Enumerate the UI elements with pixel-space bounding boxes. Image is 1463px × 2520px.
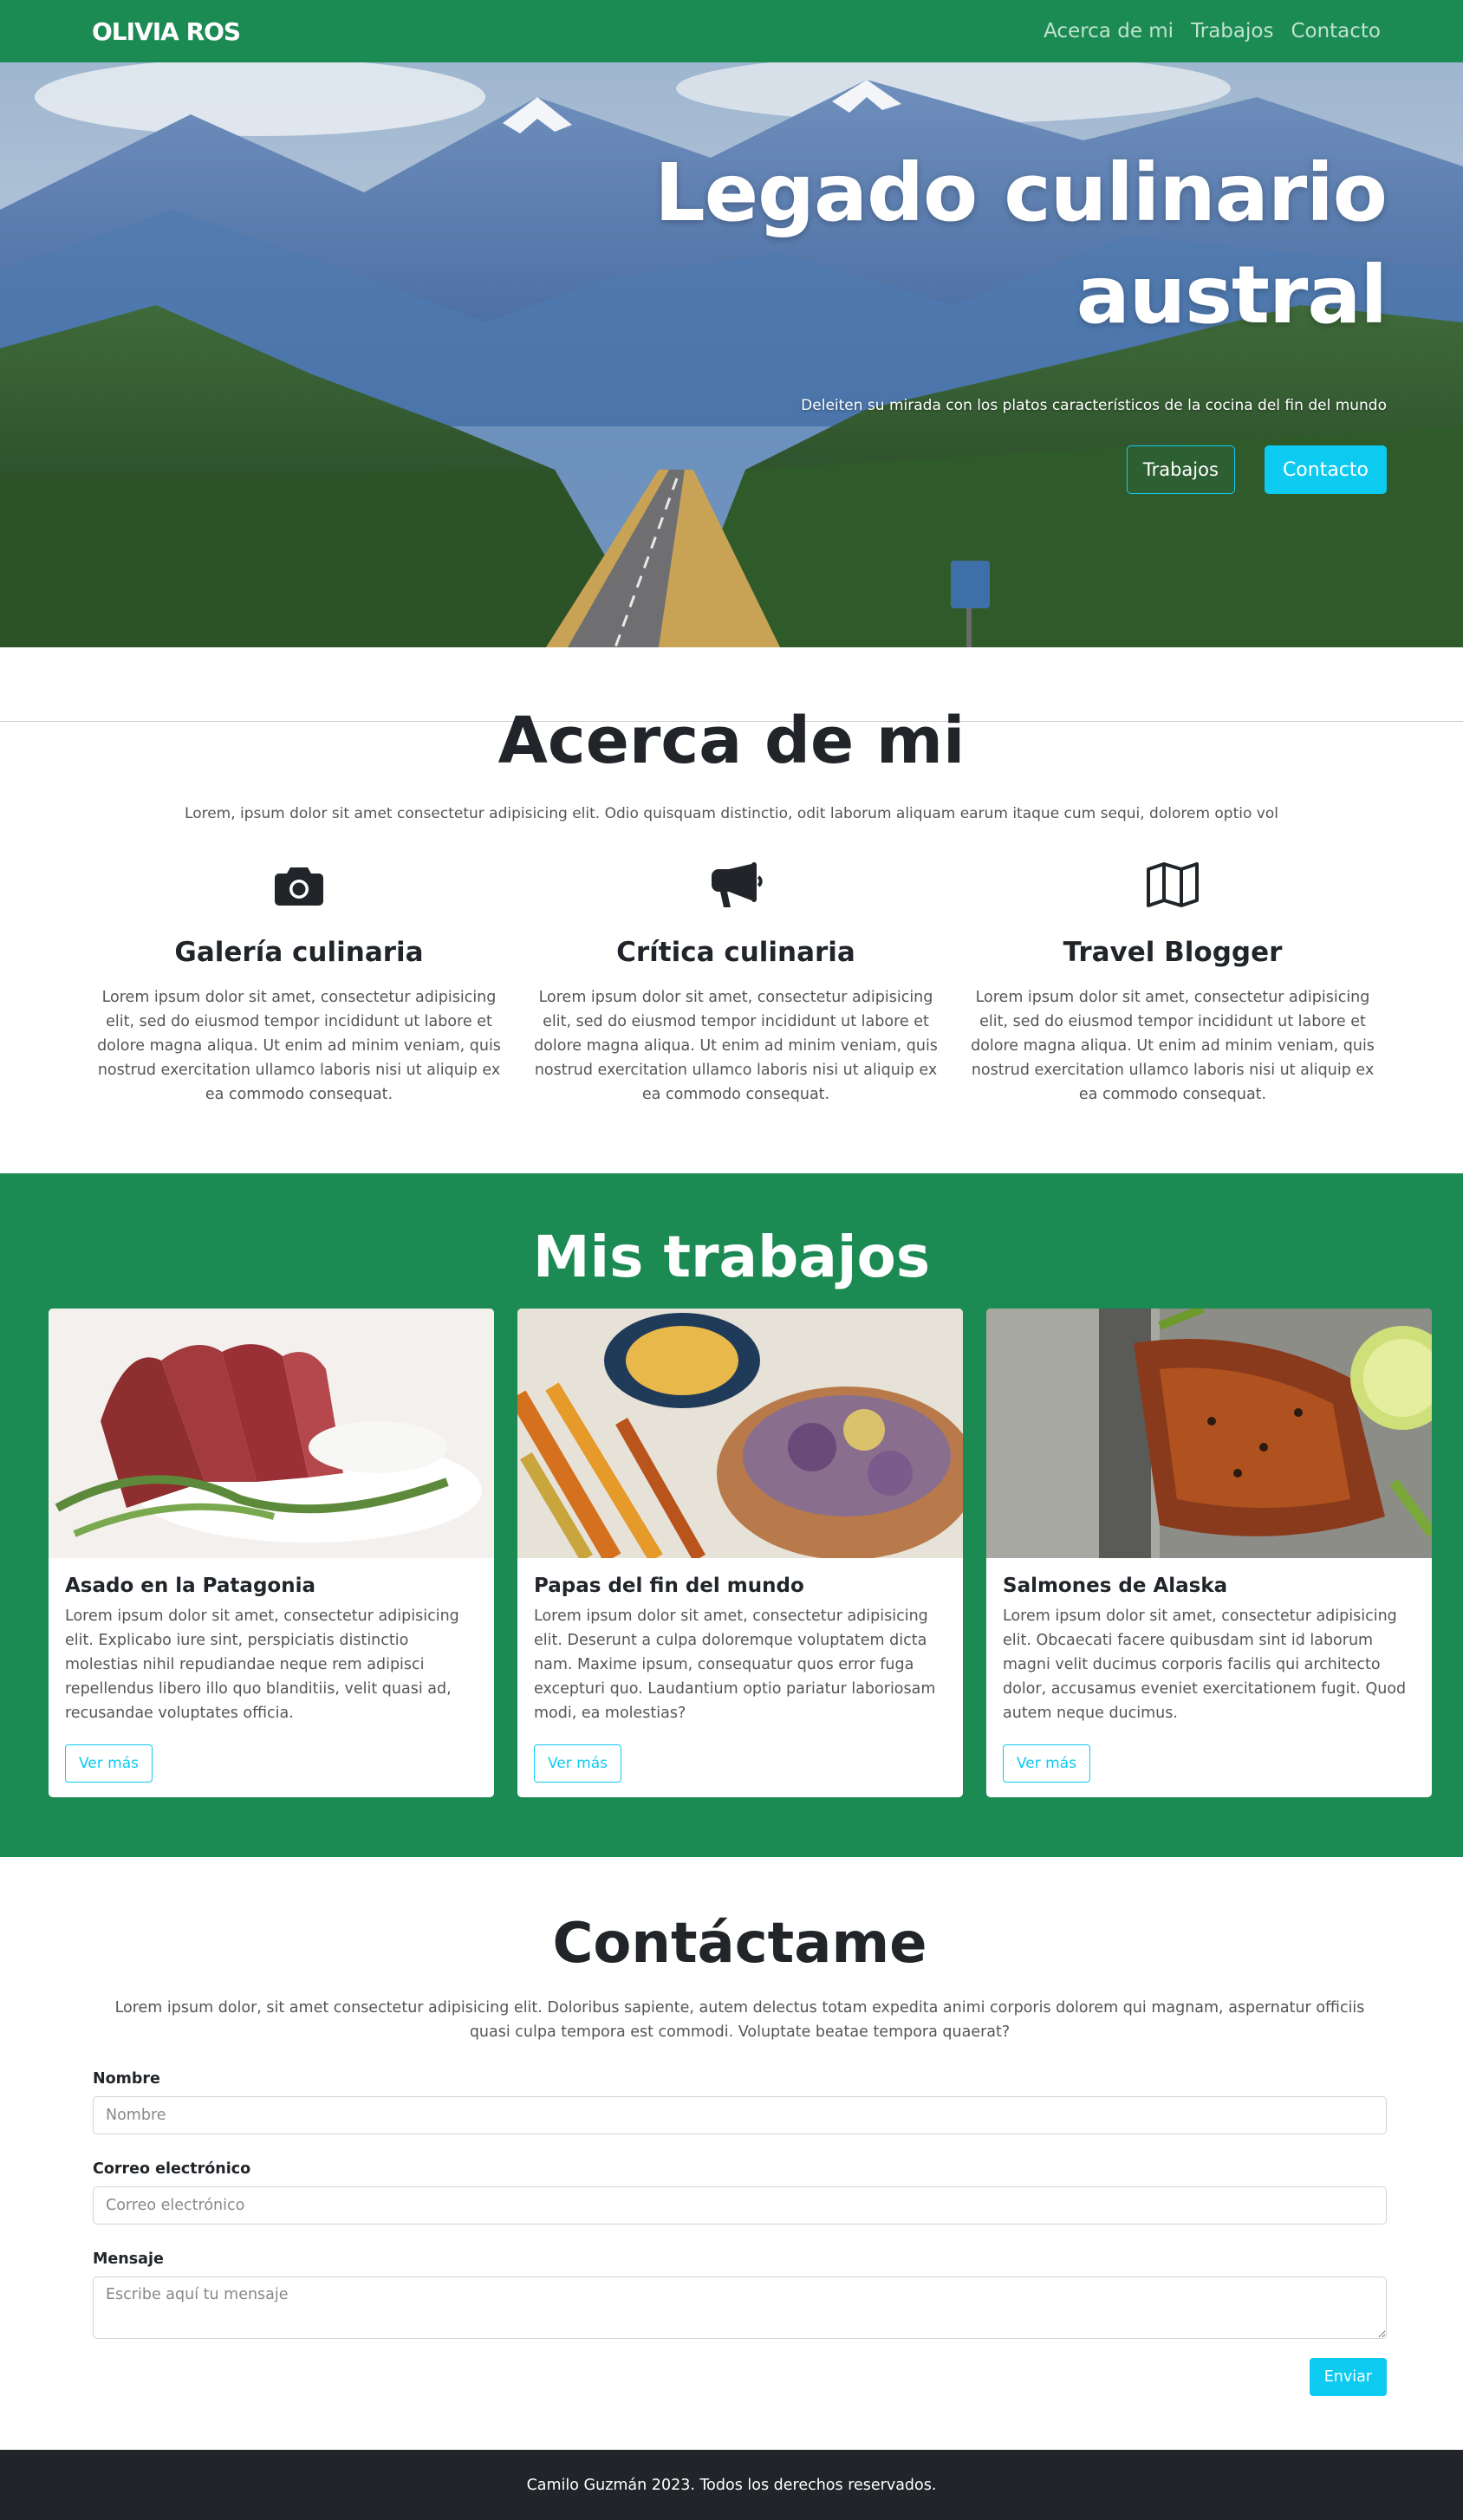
hero-buttons: Trabajos Contacto [607,445,1387,494]
hero-contact-button[interactable]: Contacto [1264,445,1387,494]
feature-gallery: Galería culinaria Lorem ipsum dolor sit … [88,859,510,1107]
feature-title: Galería culinaria [174,937,424,968]
hero-content: Legado culinario austral Deleiten su mir… [607,142,1388,494]
camera-icon [88,859,510,911]
contact-section: Contáctame Lorem ipsum dolor, sit amet c… [0,1857,1463,2450]
card-image-salmones [986,1309,1432,1558]
message-label: Mensaje [93,2250,164,2268]
navbar: OLIVIA ROS Acerca de mi Trabajos Contact… [0,0,1463,62]
feature-title: Crítica culinaria [616,937,855,968]
works-title: Mis trabajos [532,1224,931,1290]
contact-title: Contáctame [552,1912,927,1976]
card-title: Salmones de Alaska [1003,1575,1228,1597]
footer: Camilo Guzmán 2023. Todos los derechos r… [0,2450,1463,2520]
works-cards: Asado en la Patagonia Lorem ipsum dolor … [0,1309,1463,1797]
hero-subtitle: Deleiten su mirada con los platos caract… [801,397,1387,414]
email-label: Correo electrónico [93,2160,251,2178]
work-card: Asado en la Patagonia Lorem ipsum dolor … [49,1309,494,1797]
card-body: Papas del fin del mundo Lorem ipsum dolo… [517,1558,963,1796]
works-section: Mis trabajos Asado en la Patagonia Lorem… [0,1173,1463,1857]
card-body: Salmones de Alaska Lorem ipsum dolor sit… [986,1558,1432,1796]
feature-critic: Crítica culinaria Lorem ipsum dolor sit … [525,859,946,1107]
feature-title: Travel Blogger [1063,937,1283,968]
feature-text: Lorem ipsum dolor sit amet, consectetur … [97,989,501,1103]
about-title: Acerca de mi [497,704,966,778]
card-title: Asado en la Patagonia [65,1575,315,1597]
message-textarea[interactable] [93,2276,1387,2339]
about-section: Acerca de mi Lorem, ipsum dolor sit amet… [0,647,1463,1173]
nav-link-works[interactable]: Trabajos [1191,20,1273,42]
name-input[interactable] [93,2096,1387,2134]
name-field-group: Nombre [93,2070,1387,2134]
card-more-button[interactable]: Ver más [1003,1744,1090,1783]
feature-text: Lorem ipsum dolor sit amet, consectetur … [534,989,938,1103]
feature-text: Lorem ipsum dolor sit amet, consectetur … [971,989,1375,1103]
nav-link-about[interactable]: Acerca de mi [1044,20,1174,42]
map-icon [962,859,1383,911]
features-row: Galería culinaria Lorem ipsum dolor sit … [0,859,1463,1107]
brand-logo[interactable]: OLIVIA ROS [92,17,241,46]
email-field-group: Correo electrónico [93,2160,1387,2224]
nav-links: Acerca de mi Trabajos Contacto [1044,20,1381,42]
email-input[interactable] [93,2186,1387,2224]
card-image-papas [517,1309,963,1558]
card-title: Papas del fin del mundo [534,1575,804,1597]
card-text: Lorem ipsum dolor sit amet, consectetur … [65,1607,459,1722]
megaphone-icon [525,859,946,911]
hero-section: Legado culinario austral Deleiten su mir… [0,62,1463,647]
card-image-asado [49,1309,494,1558]
message-field-group: Mensaje [93,2250,1387,2342]
name-label: Nombre [93,2070,160,2088]
contact-form: Nombre Correo electrónico Mensaje Enviar [93,2070,1387,2396]
card-text: Lorem ipsum dolor sit amet, consectetur … [534,1607,936,1722]
about-intro: Lorem, ipsum dolor sit amet consectetur … [185,805,1278,822]
card-text: Lorem ipsum dolor sit amet, consectetur … [1003,1607,1407,1722]
contact-intro: Lorem ipsum dolor, sit amet consectetur … [114,1999,1365,2041]
nav-link-contact[interactable]: Contacto [1291,20,1381,42]
feature-travel: Travel Blogger Lorem ipsum dolor sit ame… [962,859,1383,1107]
hero-works-button[interactable]: Trabajos [1126,445,1235,494]
card-body: Asado en la Patagonia Lorem ipsum dolor … [49,1558,494,1796]
submit-button[interactable]: Enviar [1309,2358,1387,2396]
footer-text: Camilo Guzmán 2023. Todos los derechos r… [526,2476,937,2494]
card-more-button[interactable]: Ver más [65,1744,153,1783]
submit-row: Enviar [93,2358,1387,2396]
work-card: Papas del fin del mundo Lorem ipsum dolo… [517,1309,963,1797]
hero-title: Legado culinario austral [654,146,1388,341]
card-more-button[interactable]: Ver más [534,1744,621,1783]
work-card: Salmones de Alaska Lorem ipsum dolor sit… [986,1309,1432,1797]
